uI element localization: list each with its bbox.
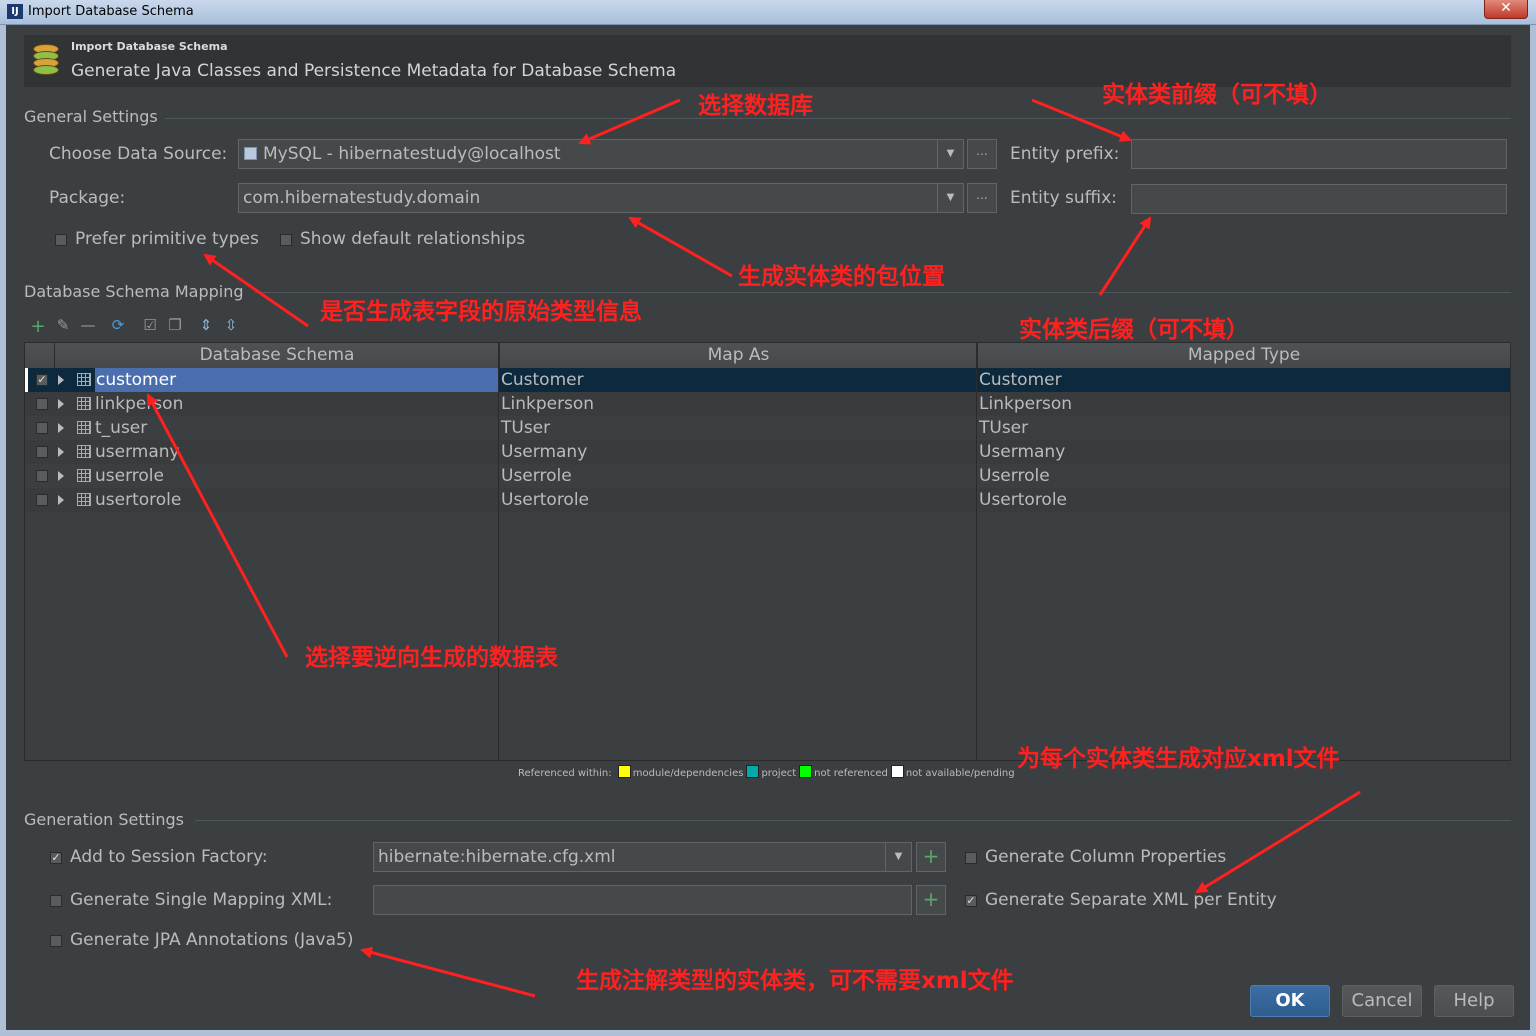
arrow-primitive <box>203 253 309 328</box>
annotation-jpa: 生成注解类型的实体类，可不需要xml文件 <box>576 968 1014 994</box>
annotation-primitive: 是否生成表字段的原始类型信息 <box>320 299 642 325</box>
arrow-package <box>628 216 733 278</box>
annotation-package: 生成实体类的包位置 <box>738 264 945 290</box>
arrow-tables <box>146 393 289 658</box>
annotation-separate-xml: 为每个实体类生成对应xml文件 <box>1017 746 1340 772</box>
arrow-suffix <box>1098 216 1152 296</box>
arrow-select-db <box>578 98 681 145</box>
arrow-separate-xml <box>1195 790 1361 894</box>
annotation-arrows <box>146 98 1361 998</box>
annotation-prefix: 实体类前缀（可不填） <box>1102 82 1332 108</box>
annotation-select-db: 选择数据库 <box>698 93 813 119</box>
annotation-suffix: 实体类后缀（可不填） <box>1019 317 1249 343</box>
annotation-tables: 选择要逆向生成的数据表 <box>305 645 558 671</box>
arrow-jpa <box>360 946 536 998</box>
